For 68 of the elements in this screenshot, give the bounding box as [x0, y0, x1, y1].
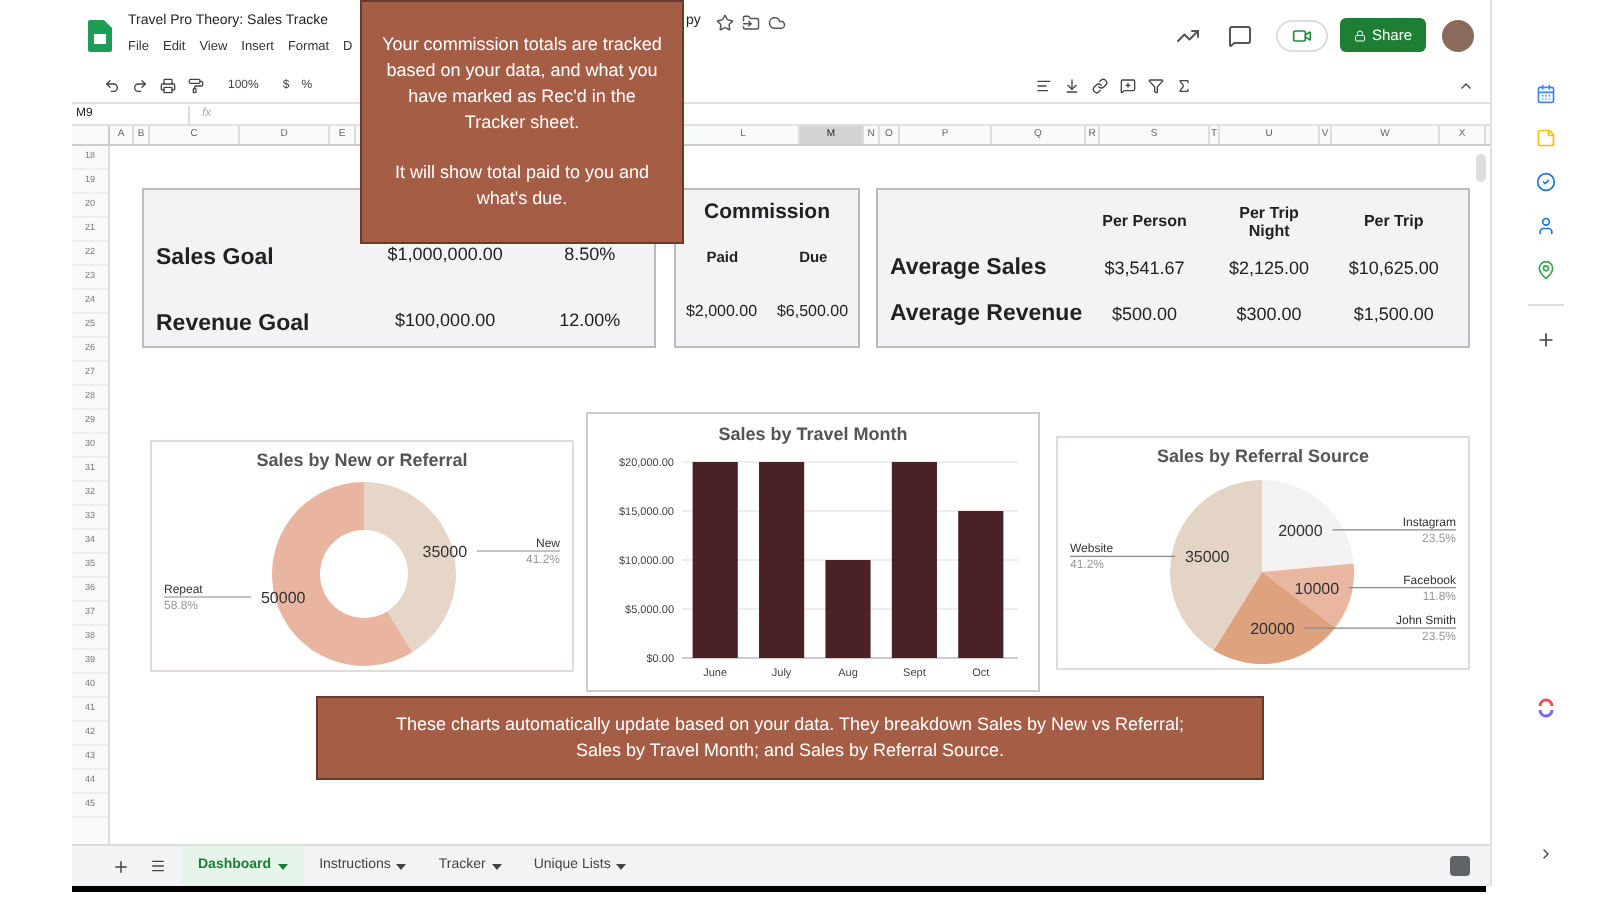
lock-icon: [1353, 29, 1366, 41]
commission-amount: $2,000.00: [685, 300, 758, 324]
average-value: $300.00: [1234, 301, 1304, 328]
add-sheet-icon[interactable]: [112, 857, 130, 875]
column-heading: Per Trip Night: [1237, 203, 1301, 240]
undo-icon[interactable]: [104, 78, 120, 94]
caret-icon: [396, 863, 407, 869]
chart-title: Sales by New or Referral: [256, 448, 468, 474]
paint-format-icon[interactable]: [188, 78, 204, 94]
explore-button[interactable]: [1450, 856, 1470, 876]
note-text: Your commission totals are tracked based on your data, and what you have marked as Rec'd in the Tracker sheet.: [382, 32, 662, 136]
average-label: Average Revenue: [890, 299, 1083, 330]
average-value: $500.00: [1109, 301, 1180, 328]
data-label: 20000: [1250, 619, 1295, 638]
data-label: 20000: [1278, 520, 1323, 539]
star-icon[interactable]: [716, 14, 735, 33]
goal-rate: 8.50%: [562, 241, 618, 267]
note-text: These charts automatically update based on your data. They breakdown Sales by New vs Referral; Sales by Travel Month; and Sales by Referral Source.: [393, 712, 1187, 764]
column-heading: Per Person: [1100, 212, 1189, 231]
average-label: Average Sales: [890, 253, 1049, 284]
scrollbar-thumb[interactable]: [1476, 154, 1486, 182]
expand-icon[interactable]: [1538, 846, 1554, 862]
goal-rate: 12.00%: [557, 307, 623, 334]
goal-amount: $100,000.00: [393, 307, 498, 334]
cloud-icon[interactable]: [768, 14, 787, 33]
caret-icon: [616, 863, 627, 869]
note-text: It will show total paid to you and what's due.: [392, 160, 652, 212]
commission-amount: $6,500.00: [776, 300, 849, 324]
align-icon[interactable]: [1036, 78, 1053, 94]
commission-title: Commission: [703, 198, 830, 228]
data-label: 35000: [1184, 547, 1230, 566]
spreadsheet-logo-icon[interactable]: [88, 19, 112, 51]
circular-arrows-icon[interactable]: [1536, 698, 1556, 718]
contact-icon[interactable]: [1536, 216, 1556, 236]
caret-icon: [277, 863, 288, 869]
column-heading: Per Trip: [1361, 212, 1426, 231]
avatar[interactable]: [1442, 19, 1474, 51]
filter-icon[interactable]: [1148, 78, 1165, 94]
chart-title: Sales by Travel Month: [718, 422, 908, 448]
vertical-align-icon[interactable]: [1064, 78, 1081, 94]
data-label: 35000: [422, 542, 468, 560]
redo-icon[interactable]: [132, 78, 148, 94]
task-icon[interactable]: [1536, 172, 1556, 192]
print-icon[interactable]: [160, 78, 176, 94]
average-value: $2,125.00: [1227, 255, 1312, 282]
goal-amount: $1,000,000.00: [385, 241, 505, 267]
data-label: 10000: [1294, 578, 1340, 597]
meet-button[interactable]: [1275, 19, 1328, 51]
caret-icon: [491, 863, 502, 869]
collapse-icon[interactable]: [1458, 78, 1474, 94]
video-camera-icon: [1291, 25, 1312, 45]
goal-label: Sales Goal: [156, 243, 276, 273]
map-pin-icon[interactable]: [1536, 260, 1556, 280]
average-value: $3,541.67: [1102, 255, 1187, 282]
average-value: $1,500.00: [1351, 301, 1436, 328]
all-sheets-icon[interactable]: [150, 858, 166, 874]
link-icon[interactable]: [1092, 78, 1109, 94]
calendar-icon[interactable]: [1536, 84, 1556, 104]
average-value: $10,625.00: [1346, 255, 1441, 282]
folder-icon[interactable]: [742, 14, 761, 33]
comment-add-icon[interactable]: [1120, 78, 1137, 94]
sum-icon[interactable]: [1176, 78, 1193, 94]
bar: [824, 559, 870, 657]
add-icon[interactable]: [1536, 330, 1556, 350]
goal-label: Revenue Goal: [156, 309, 312, 340]
data-label: 50000: [260, 588, 306, 606]
comment-icon[interactable]: [1227, 23, 1252, 47]
chart-title: Sales by Referral Source: [1156, 444, 1370, 470]
